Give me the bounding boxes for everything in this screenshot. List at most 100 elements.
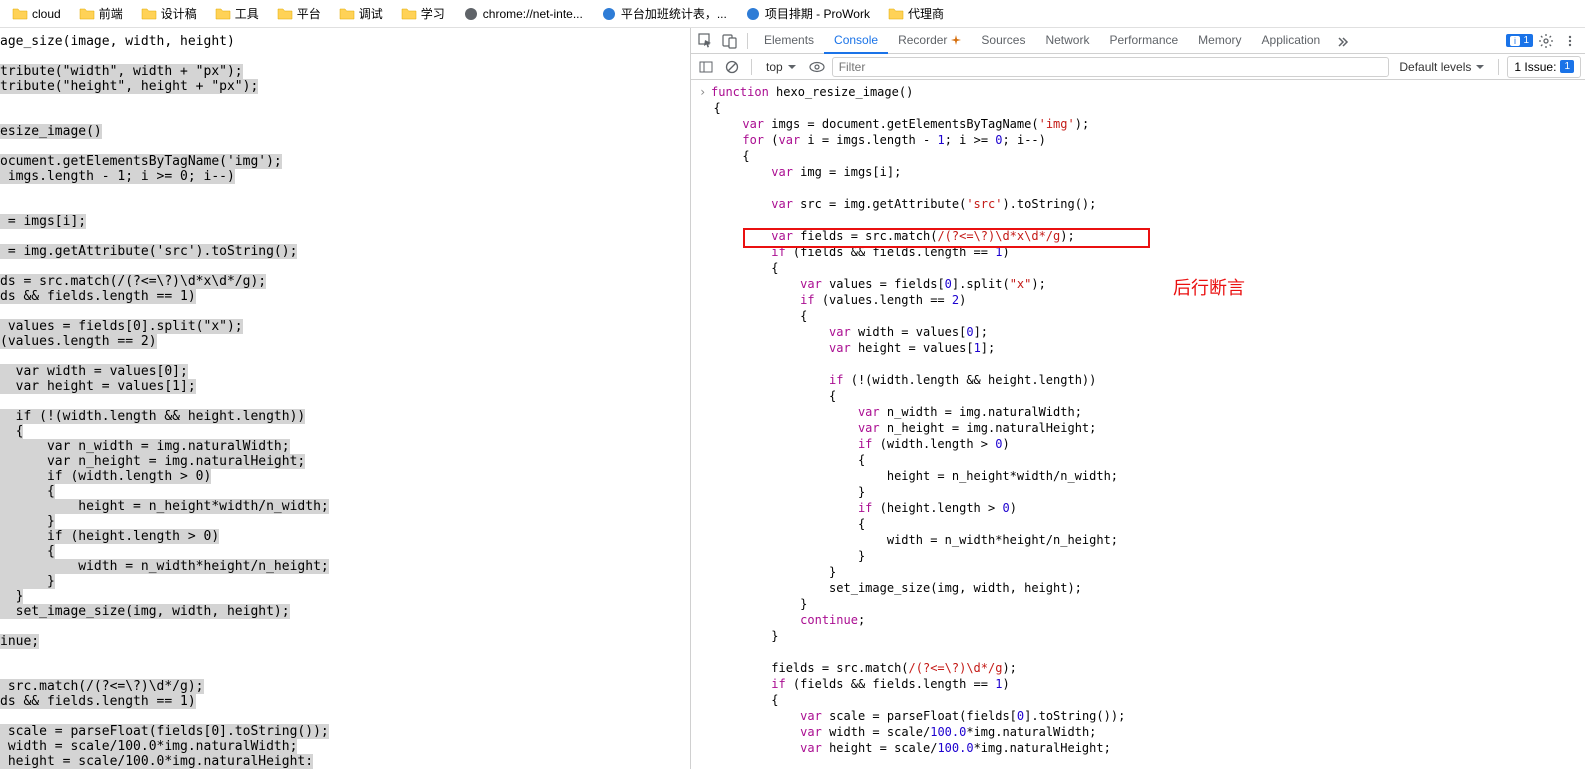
error-badge[interactable]: i1 [1506,34,1533,47]
bookmark-item[interactable]: chrome://net-inte... [457,4,589,24]
devtools-tab-memory[interactable]: Memory [1188,28,1251,54]
console-line: var n_height = img.naturalHeight; [699,420,1585,436]
main-split: age_size(image, width, height) tribute("… [0,28,1585,769]
settings-gear-icon[interactable] [1535,30,1557,52]
folder-icon [215,6,231,22]
devtools-panel: ElementsConsoleRecorderSourcesNetworkPer… [690,28,1585,769]
console-line: { [699,308,1585,324]
console-line: { [699,692,1585,708]
console-line: ›function hexo_resize_image() [699,84,1585,100]
console-line: { [699,260,1585,276]
devtools-tabs-bar: ElementsConsoleRecorderSourcesNetworkPer… [691,28,1585,54]
bookmark-item[interactable]: 学习 [395,3,451,24]
log-levels-selector[interactable]: Default levels [1393,56,1490,78]
devtools-tab-performance[interactable]: Performance [1099,28,1188,54]
devtools-tab-console[interactable]: Console [824,28,888,54]
bookmark-item[interactable]: 前端 [73,3,129,24]
devtools-tab-recorder[interactable]: Recorder [888,28,971,54]
folder-icon [888,6,904,22]
console-line: if (fields && fields.length == 1) [699,676,1585,692]
highlight-annotation-box [743,228,1150,248]
bookmark-item[interactable]: 工具 [209,3,265,24]
console-line: { [699,148,1585,164]
bookmark-item[interactable]: 代理商 [882,3,950,24]
console-sidebar-icon[interactable] [695,56,717,78]
bookmark-item[interactable]: 平台 [271,3,327,24]
console-line: var width = values[0]; [699,324,1585,340]
bookmark-label: 平台 [297,5,321,22]
folder-icon [12,6,28,22]
issues-button[interactable]: 1 Issue: 1 [1507,56,1581,78]
console-line: var imgs = document.getElementsByTagName… [699,116,1585,132]
context-selector[interactable]: top [760,56,802,78]
console-line: { [699,388,1585,404]
bookmark-item[interactable]: 项目排期 - ProWork [739,3,876,24]
console-output[interactable]: 后行断言 ›function hexo_resize_image() { var… [691,80,1585,769]
bookmark-label: 项目排期 - ProWork [765,5,870,22]
page-icon [601,6,617,22]
console-line: { [699,452,1585,468]
bookmark-label: 设计稿 [161,5,197,22]
bookmark-label: 学习 [421,5,445,22]
bookmark-label: chrome://net-inte... [483,7,583,21]
inspect-element-icon[interactable] [695,30,717,52]
bookmark-label: cloud [32,7,61,21]
console-line [699,180,1585,196]
live-expression-icon[interactable] [806,56,828,78]
bookmark-item[interactable]: 调试 [333,3,389,24]
bookmarks-bar: cloud 前端 设计稿工具 平台 调试 学习 chrome://net-inte... 平台… [0,0,1585,28]
console-line: var height = scale/100.0*img.naturalHeig… [699,740,1585,756]
device-toggle-icon[interactable] [719,30,741,52]
console-line: } [699,596,1585,612]
console-line: var src = img.getAttribute('src').toStri… [699,196,1585,212]
console-line: var scale = parseFloat(fields[0].toStrin… [699,708,1585,724]
devtools-tab-sources[interactable]: Sources [971,28,1035,54]
bookmark-label: 调试 [359,5,383,22]
page-code-pane: age_size(image, width, height) tribute("… [0,28,690,769]
bookmark-label: 代理商 [908,5,944,22]
console-line: for (var i = imgs.length - 1; i >= 0; i-… [699,132,1585,148]
console-line: } [699,548,1585,564]
folder-icon [277,6,293,22]
console-line: if (width.length > 0) [699,436,1585,452]
separator [747,33,748,49]
separator [1498,59,1499,75]
console-line: height = n_height*width/n_width; [699,468,1585,484]
devtools-tab-network[interactable]: Network [1035,28,1099,54]
bookmark-label: 前端 [99,5,123,22]
console-line: set_image_size(img, width, height); [699,580,1585,596]
folder-icon [79,6,95,22]
console-line: } [699,628,1585,644]
svg-text:i: i [1514,36,1516,46]
console-line: var height = values[1]; [699,340,1585,356]
more-tabs-icon[interactable] [1332,30,1354,52]
bookmark-label: 平台加班统计表，... [621,5,727,22]
console-line: continue; [699,612,1585,628]
annotation-label: 后行断言 [1173,280,1245,296]
console-line: width = n_width*height/n_height; [699,532,1585,548]
console-line [699,212,1585,228]
clear-console-icon[interactable] [721,56,743,78]
devtools-tab-application[interactable]: Application [1252,28,1331,54]
bookmark-item[interactable]: 平台加班统计表，... [595,3,733,24]
console-line: if (height.length > 0) [699,500,1585,516]
devtools-menu-icon[interactable] [1559,30,1581,52]
bookmark-item[interactable]: cloud [6,4,67,24]
console-line: var img = imgs[i]; [699,164,1585,180]
console-line: { [699,516,1585,532]
console-line [699,356,1585,372]
page-icon [745,6,761,22]
console-filter-input[interactable] [832,57,1390,77]
console-line: fields = src.match(/(?<=\?)\d*/g); [699,660,1585,676]
console-line: var n_width = img.naturalWidth; [699,404,1585,420]
console-line: if (values.length == 2) [699,292,1585,308]
console-line: var values = fields[0].split("x"); [699,276,1585,292]
console-line: } [699,484,1585,500]
separator [751,59,752,75]
devtools-tab-elements[interactable]: Elements [754,28,824,54]
folder-icon [141,6,157,22]
console-line: } [699,564,1585,580]
folder-icon [401,6,417,22]
console-toolbar: top Default levels 1 Issue: 1 [691,54,1585,80]
bookmark-item[interactable]: 设计稿 [135,3,203,24]
